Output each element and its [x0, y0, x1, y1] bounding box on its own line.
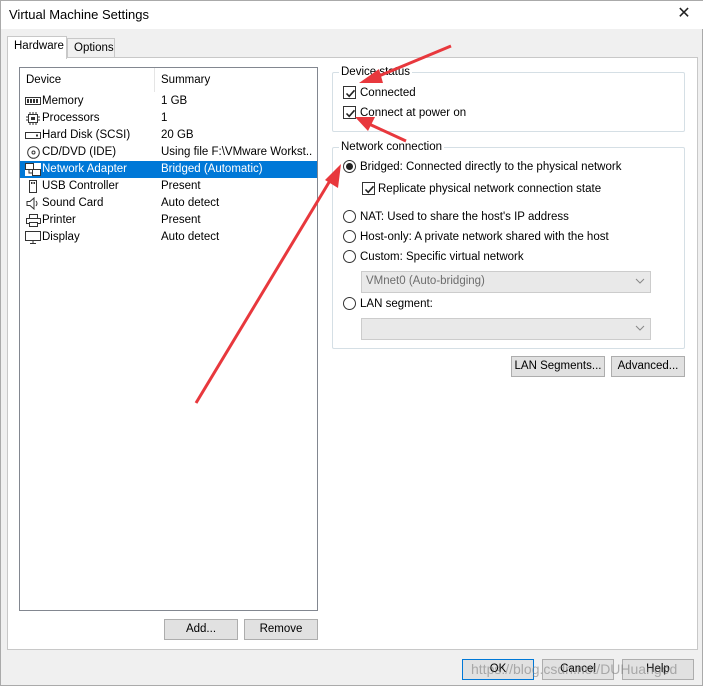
replicate-state-checkbox[interactable]: [362, 182, 375, 195]
device-summary: 1 GB: [161, 95, 188, 107]
close-icon[interactable]: ✕: [664, 1, 703, 29]
monitor-icon: [25, 231, 41, 244]
connect-at-power-on-checkbox[interactable]: [343, 106, 356, 119]
connected-checkbox[interactable]: [343, 86, 356, 99]
device-name: Hard Disk (SCSI): [42, 129, 131, 141]
device-row-display[interactable]: Display Auto detect: [20, 229, 317, 246]
lan-segment-radio[interactable]: [343, 297, 356, 310]
processor-icon: [25, 112, 41, 125]
lan-segment-select[interactable]: [361, 318, 651, 340]
device-list[interactable]: Device Summary Memory 1 GB Processors 1: [19, 67, 318, 611]
advanced-button[interactable]: Advanced...: [611, 356, 685, 377]
device-column-header[interactable]: Device: [20, 68, 155, 92]
bridged-label[interactable]: Bridged: Connected directly to the physi…: [360, 160, 621, 175]
device-row-sound-card[interactable]: Sound Card Auto detect: [20, 195, 317, 212]
device-row-network-adapter[interactable]: Network Adapter Bridged (Automatic): [20, 161, 317, 178]
connect-at-power-on-label[interactable]: Connect at power on: [360, 106, 466, 121]
bridged-radio[interactable]: [343, 160, 356, 173]
device-summary: Present: [161, 180, 201, 192]
custom-network-select[interactable]: VMnet0 (Auto-bridging): [361, 271, 651, 293]
device-summary: 20 GB: [161, 129, 194, 141]
device-name: Memory: [42, 95, 84, 107]
tab-options[interactable]: Options: [67, 38, 115, 58]
network-adapter-icon: [25, 163, 41, 176]
lan-segment-label[interactable]: LAN segment:: [360, 297, 433, 312]
device-name: Sound Card: [42, 197, 104, 209]
custom-radio[interactable]: [343, 250, 356, 263]
custom-label[interactable]: Custom: Specific virtual network: [360, 250, 524, 265]
device-row-memory[interactable]: Memory 1 GB: [20, 93, 317, 110]
network-connection-legend: Network connection: [339, 140, 444, 154]
watermark: https://blog.csdn.net/DUHuangod: [471, 661, 678, 677]
device-summary: Present: [161, 214, 201, 226]
host-only-radio[interactable]: [343, 230, 356, 243]
add-button[interactable]: Add...: [164, 619, 238, 640]
title-bar: Virtual Machine Settings ✕: [1, 1, 703, 29]
device-name: Display: [42, 231, 80, 243]
device-row-usb-controller[interactable]: USB Controller Present: [20, 178, 317, 195]
device-status-legend: Device status: [339, 65, 413, 79]
device-summary: Auto detect: [161, 197, 220, 209]
lan-segments-button[interactable]: LAN Segments...: [511, 356, 605, 377]
radio-selected-dot: [346, 163, 353, 170]
tab-hardware[interactable]: Hardware: [7, 36, 67, 59]
memory-icon: [25, 95, 41, 108]
device-row-processors[interactable]: Processors 1: [20, 110, 317, 127]
summary-column-header[interactable]: Summary: [155, 68, 317, 92]
device-row-printer[interactable]: Printer Present: [20, 212, 317, 229]
cd-dvd-icon: [25, 146, 41, 159]
usb-icon: [25, 180, 41, 193]
device-name: CD/DVD (IDE): [42, 146, 117, 158]
replicate-state-label[interactable]: Replicate physical network connection st…: [378, 182, 601, 197]
chevron-down-icon: [635, 321, 645, 338]
nat-radio[interactable]: [343, 210, 356, 223]
chevron-down-icon: [635, 274, 645, 291]
nat-label[interactable]: NAT: Used to share the host's IP address: [360, 210, 569, 225]
device-row-cd-dvd[interactable]: CD/DVD (IDE) Using file F:\VMware Workst…: [20, 144, 317, 161]
speaker-icon: [25, 196, 41, 211]
connected-label[interactable]: Connected: [360, 86, 416, 101]
device-name: Processors: [42, 112, 100, 124]
device-row-hard-disk[interactable]: Hard Disk (SCSI) 20 GB: [20, 127, 317, 144]
remove-button[interactable]: Remove: [244, 619, 318, 640]
device-name: USB Controller: [42, 180, 119, 192]
window-title: Virtual Machine Settings: [9, 7, 149, 22]
host-only-label[interactable]: Host-only: A private network shared with…: [360, 230, 609, 245]
device-summary: 1: [161, 112, 168, 124]
device-name: Network Adapter: [42, 161, 128, 178]
device-summary: Auto detect: [161, 231, 220, 243]
device-status-group: Device status: [332, 65, 685, 132]
vm-settings-window: Virtual Machine Settings ✕ Hardware Opti…: [0, 0, 703, 686]
device-name: Printer: [42, 214, 76, 226]
device-summary: Bridged (Automatic): [161, 161, 313, 178]
device-summary: Using file F:\VMware Workst...: [161, 146, 313, 158]
printer-icon: [25, 214, 41, 227]
custom-network-value: VMnet0 (Auto-bridging): [366, 275, 485, 287]
hard-disk-icon: [25, 129, 41, 142]
